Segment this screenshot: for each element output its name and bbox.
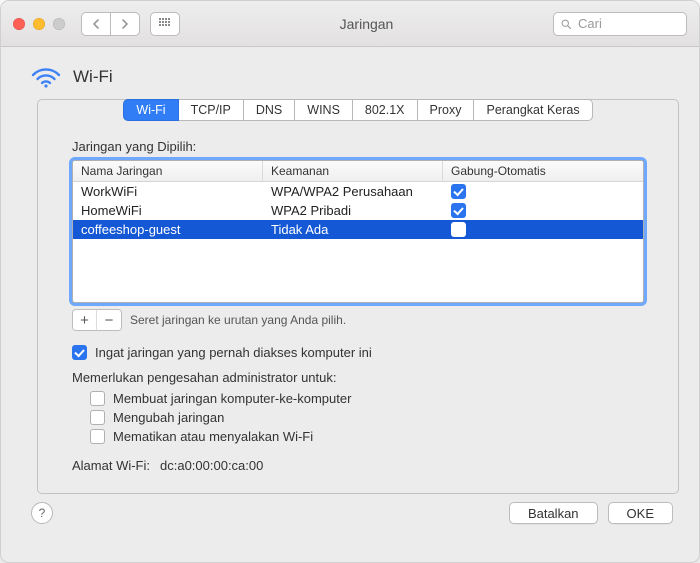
network-security: WPA/WPA2 Perusahaan bbox=[263, 182, 443, 201]
tab-wi-fi[interactable]: Wi-Fi bbox=[123, 99, 178, 121]
window-title: Jaringan bbox=[190, 16, 543, 32]
preferred-networks-table[interactable]: Nama Jaringan Keamanan Gabung-Otomatis W… bbox=[72, 160, 644, 303]
wifi-address-row: Alamat Wi-Fi: dc:a0:00:00:ca:00 bbox=[72, 458, 644, 473]
tab-dns[interactable]: DNS bbox=[244, 99, 295, 121]
add-network-button[interactable]: + bbox=[73, 310, 97, 330]
grid-icon bbox=[159, 18, 171, 30]
admin-option-label: Mematikan atau menyalakan Wi-Fi bbox=[113, 429, 313, 444]
zoom-window-button[interactable] bbox=[53, 18, 65, 30]
network-auto-cell bbox=[443, 201, 643, 220]
admin-option[interactable]: Mematikan atau menyalakan Wi-Fi bbox=[90, 429, 644, 444]
network-auto-cell bbox=[443, 220, 643, 239]
back-button[interactable] bbox=[81, 12, 110, 36]
tab-bar: Wi-FiTCP/IPDNSWINS802.1XProxyPerangkat K… bbox=[38, 99, 678, 121]
settings-sheet: Wi-FiTCP/IPDNSWINS802.1XProxyPerangkat K… bbox=[37, 99, 679, 494]
panel-header: Wi-Fi bbox=[7, 59, 693, 99]
forward-button[interactable] bbox=[110, 12, 140, 36]
window-toolbar: Jaringan Cari bbox=[1, 1, 699, 47]
column-security[interactable]: Keamanan bbox=[263, 161, 443, 181]
admin-option-checkbox[interactable] bbox=[90, 429, 105, 444]
sheet-footer: ? Batalkan OKE bbox=[7, 494, 693, 534]
network-security: WPA2 Pribadi bbox=[263, 201, 443, 220]
network-auto-cell bbox=[443, 182, 643, 201]
network-name: HomeWiFi bbox=[73, 201, 263, 220]
close-window-button[interactable] bbox=[13, 18, 25, 30]
table-toolbar: + − Seret jaringan ke urutan yang Anda p… bbox=[72, 309, 644, 331]
network-name: WorkWiFi bbox=[73, 182, 263, 201]
auto-join-checkbox[interactable] bbox=[451, 222, 466, 237]
panel-title: Wi-Fi bbox=[73, 67, 113, 87]
column-name[interactable]: Nama Jaringan bbox=[73, 161, 263, 181]
search-placeholder: Cari bbox=[578, 16, 602, 31]
cancel-button[interactable]: Batalkan bbox=[509, 502, 598, 524]
column-auto[interactable]: Gabung-Otomatis bbox=[443, 161, 643, 181]
tab-content-wifi: Jaringan yang Dipilih: Nama Jaringan Kea… bbox=[38, 121, 678, 479]
admin-option[interactable]: Membuat jaringan komputer-ke-komputer bbox=[90, 391, 644, 406]
tab-wins[interactable]: WINS bbox=[295, 99, 353, 121]
network-preferences-window: Jaringan Cari Wi-Fi Wi-FiTCP/IPDNSWINS80… bbox=[0, 0, 700, 563]
table-row[interactable]: WorkWiFiWPA/WPA2 Perusahaan bbox=[73, 182, 643, 201]
wifi-address-value: dc:a0:00:00:ca:00 bbox=[160, 458, 263, 473]
admin-option-label: Membuat jaringan komputer-ke-komputer bbox=[113, 391, 351, 406]
search-icon bbox=[560, 18, 572, 30]
remember-networks-checkbox[interactable] bbox=[72, 345, 87, 360]
tab-tcp-ip[interactable]: TCP/IP bbox=[179, 99, 244, 121]
add-remove-buttons: + − bbox=[72, 309, 122, 331]
table-body: WorkWiFiWPA/WPA2 PerusahaanHomeWiFiWPA2 … bbox=[73, 182, 643, 302]
admin-auth-label: Memerlukan pengesahan administrator untu… bbox=[72, 370, 644, 385]
admin-options: Membuat jaringan komputer-ke-komputer Men… bbox=[90, 391, 644, 444]
search-field[interactable]: Cari bbox=[553, 12, 687, 36]
auto-join-checkbox[interactable] bbox=[451, 203, 466, 218]
network-security: Tidak Ada bbox=[263, 220, 443, 239]
auto-join-checkbox[interactable] bbox=[451, 184, 466, 199]
minimize-window-button[interactable] bbox=[33, 18, 45, 30]
admin-option-checkbox[interactable] bbox=[90, 410, 105, 425]
wifi-icon bbox=[31, 65, 61, 89]
nav-back-forward bbox=[81, 12, 140, 36]
tab-802-1x[interactable]: 802.1X bbox=[353, 99, 418, 121]
window-body: Wi-Fi Wi-FiTCP/IPDNSWINS802.1XProxyPeran… bbox=[1, 47, 699, 562]
traffic-lights bbox=[13, 18, 65, 30]
drag-hint: Seret jaringan ke urutan yang Anda pilih… bbox=[130, 313, 346, 327]
chevron-left-icon bbox=[92, 19, 100, 29]
options-group: Ingat jaringan yang pernah diakses kompu… bbox=[72, 345, 644, 473]
admin-option-label: Mengubah jaringan bbox=[113, 410, 224, 425]
show-all-button[interactable] bbox=[150, 12, 180, 36]
network-name: coffeeshop-guest bbox=[73, 220, 263, 239]
wifi-address-label: Alamat Wi-Fi: bbox=[72, 458, 150, 473]
admin-option[interactable]: Mengubah jaringan bbox=[90, 410, 644, 425]
tab-perangkat-keras[interactable]: Perangkat Keras bbox=[474, 99, 592, 121]
remember-networks-label: Ingat jaringan yang pernah diakses kompu… bbox=[95, 345, 372, 360]
remember-networks-option[interactable]: Ingat jaringan yang pernah diakses kompu… bbox=[72, 345, 644, 360]
chevron-right-icon bbox=[121, 19, 129, 29]
tab-proxy[interactable]: Proxy bbox=[418, 99, 475, 121]
ok-button[interactable]: OKE bbox=[608, 502, 673, 524]
remove-network-button[interactable]: − bbox=[97, 310, 121, 330]
table-header: Nama Jaringan Keamanan Gabung-Otomatis bbox=[73, 161, 643, 182]
admin-option-checkbox[interactable] bbox=[90, 391, 105, 406]
help-button[interactable]: ? bbox=[31, 502, 53, 524]
table-row[interactable]: coffeeshop-guestTidak Ada bbox=[73, 220, 643, 239]
table-row[interactable]: HomeWiFiWPA2 Pribadi bbox=[73, 201, 643, 220]
preferred-networks-label: Jaringan yang Dipilih: bbox=[72, 139, 644, 154]
